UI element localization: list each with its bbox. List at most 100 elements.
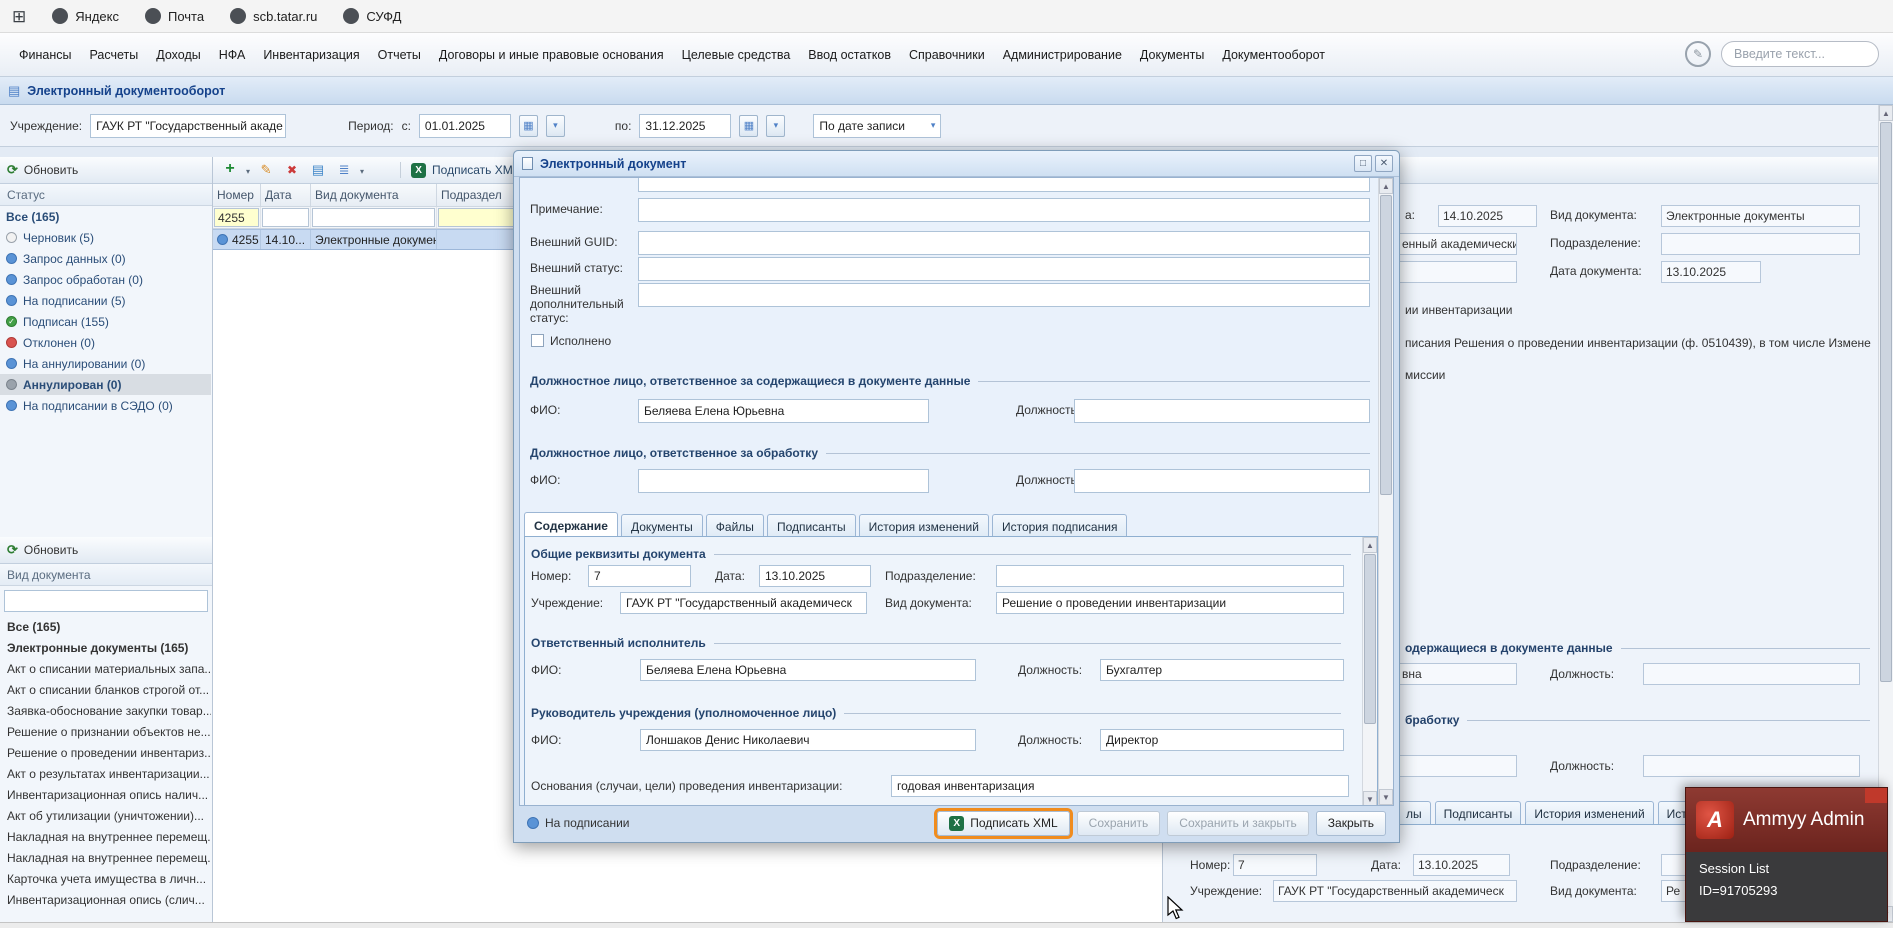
preview-tab[interactable]: Подписанты [1434, 801, 1522, 825]
period-from-input[interactable]: 01.01.2025 [418, 113, 511, 138]
executor-post-input[interactable]: Бухгалтер [1100, 659, 1344, 681]
status-item[interactable]: Отклонен (0) [0, 332, 211, 353]
ext-status-input[interactable] [638, 257, 1370, 281]
doctype-item[interactable]: Решение о признании объектов не... [0, 721, 211, 742]
status-item[interactable]: Все (165) [0, 206, 211, 227]
taskbar-strip[interactable] [0, 922, 1893, 928]
doctype-item[interactable]: Акт о результатах инвентаризации... [0, 763, 211, 784]
note-input[interactable] [638, 198, 1370, 222]
menu-item[interactable]: Документы [1131, 48, 1213, 62]
ext-add-status-input[interactable] [638, 283, 1370, 307]
date-mode-select[interactable]: По дате записи ▾ [813, 113, 942, 138]
doctype-item[interactable]: Накладная на внутреннее перемещ... [0, 847, 211, 868]
period-to-input[interactable]: 31.12.2025 [639, 113, 732, 138]
resp-data-post-input[interactable] [1074, 399, 1370, 423]
close-icon[interactable]: ✕ [1375, 155, 1393, 172]
menu-item[interactable]: Администрирование [994, 48, 1131, 62]
resp-proc-fio-input[interactable] [638, 469, 929, 493]
tab-panel-scrollbar[interactable]: ▲ ▼ [1362, 537, 1377, 805]
sign-xml-toolbar-button[interactable]: Подписать XML [432, 163, 519, 177]
add-icon[interactable] [220, 160, 240, 180]
scroll-up-arrow[interactable]: ▲ [1879, 105, 1893, 121]
menu-item[interactable]: Справочники [900, 48, 994, 62]
scroll-down-arrow[interactable]: ▼ [1379, 789, 1393, 805]
guid-input[interactable] [638, 231, 1370, 255]
ammyy-header[interactable]: A Ammyy Admin [1686, 788, 1887, 852]
maximize-icon[interactable]: □ [1354, 155, 1372, 172]
date-input[interactable]: 13.10.2025 [759, 565, 871, 587]
filter-doctype-input[interactable] [312, 208, 435, 227]
bookmark-item[interactable]: СУФД [343, 8, 401, 24]
menu-item[interactable]: Инвентаризация [254, 48, 368, 62]
column-header-doctype[interactable]: Вид документа [311, 184, 437, 207]
menu-item[interactable]: Ввод остатков [799, 48, 900, 62]
column-header-number[interactable]: Номер [213, 184, 261, 207]
bookmark-item[interactable]: scb.tatar.ru [230, 8, 317, 24]
menu-item[interactable]: Целевые средства [673, 48, 800, 62]
resp-data-fio-input[interactable]: Беляева Елена Юрьевна [638, 399, 929, 423]
dropdown-icon[interactable] [766, 114, 786, 137]
status-item[interactable]: На подписании в СЭДО (0) [0, 395, 211, 416]
refresh-label[interactable]: Обновить [24, 543, 78, 557]
doctype-item[interactable]: Все (165) [0, 616, 211, 637]
status-item[interactable]: Запрос данных (0) [0, 248, 211, 269]
doctype-item[interactable]: Решение о проведении инвентариз... [0, 742, 211, 763]
number-input[interactable]: 7 [588, 565, 691, 587]
status-item[interactable]: Черновик (5) [0, 227, 211, 248]
bookmark-item[interactable]: Яндекс [52, 8, 119, 24]
doctype-item[interactable]: Акт о списании бланков строгой от... [0, 679, 211, 700]
chevron-down-icon[interactable] [246, 163, 250, 177]
head-fio-input[interactable]: Лоншаков Денис Николаевич [640, 729, 976, 751]
doctype-item[interactable]: Карточка учета имущества в личн... [0, 868, 211, 889]
filter-number-input[interactable]: 4255 [214, 208, 259, 227]
refresh-icon[interactable] [370, 160, 390, 180]
doctype-item[interactable]: Накладная на внутреннее перемещ... [0, 826, 211, 847]
scrollbar-thumb[interactable] [1364, 554, 1376, 724]
status-item[interactable]: Подписан (155) [0, 311, 211, 332]
dropdown-icon[interactable] [545, 114, 565, 137]
calendar-icon[interactable] [739, 114, 759, 137]
more-icon[interactable] [334, 160, 354, 180]
modal-title-bar[interactable]: Электронный документ □ ✕ [514, 151, 1399, 177]
status-item[interactable]: На аннулировании (0) [0, 353, 211, 374]
doctype-item[interactable]: Инвентаризационная опись (слич... [0, 889, 211, 910]
apps-grid-icon[interactable]: ⊞ [12, 8, 26, 25]
menu-item[interactable]: Отчеты [369, 48, 430, 62]
refresh-label[interactable]: Обновить [24, 163, 78, 177]
doctype-item[interactable]: Акт об утилизации (уничтожении)... [0, 805, 211, 826]
column-header-date[interactable]: Дата [261, 184, 311, 207]
basis-input[interactable]: годовая инвентаризация [891, 775, 1349, 797]
clipped-field[interactable] [638, 178, 1370, 192]
division-input[interactable] [996, 565, 1344, 587]
status-item[interactable]: Аннулирован (0) [0, 374, 211, 395]
close-icon[interactable] [1865, 788, 1887, 803]
copy-icon[interactable] [308, 160, 328, 180]
chevron-down-icon[interactable] [360, 163, 364, 177]
scrollbar-thumb[interactable] [1880, 122, 1892, 682]
calendar-icon[interactable] [518, 114, 538, 137]
menu-item[interactable]: Доходы [147, 48, 209, 62]
edit-icon[interactable] [256, 160, 276, 180]
menu-item[interactable]: Документооборот [1213, 48, 1334, 62]
doctype-item[interactable]: Инвентаризационная опись налич... [0, 784, 211, 805]
menu-item[interactable]: Договоры и иные правовые основания [430, 48, 673, 62]
institution-input[interactable]: ГАУК РТ "Государственный акаде [90, 113, 287, 138]
save-button[interactable]: Сохранить [1076, 810, 1161, 836]
menu-item[interactable]: Расчеты [80, 48, 147, 62]
scroll-up-arrow[interactable]: ▲ [1363, 537, 1377, 553]
tab[interactable]: Содержание [524, 512, 618, 539]
sign-xml-button[interactable]: Подписать XML [937, 810, 1070, 836]
modal-scrollbar[interactable]: ▲ ▼ [1378, 178, 1393, 805]
status-item[interactable]: На подписании (5) [0, 290, 211, 311]
scroll-up-arrow[interactable]: ▲ [1379, 178, 1393, 194]
scroll-down-arrow[interactable]: ▼ [1363, 791, 1377, 805]
head-post-input[interactable]: Директор [1100, 729, 1344, 751]
executor-fio-input[interactable]: Беляева Елена Юрьевна [640, 659, 976, 681]
refresh-icon[interactable] [7, 162, 18, 178]
preview-tab[interactable]: История изменений [1525, 801, 1654, 825]
status-item[interactable]: Запрос обработан (0) [0, 269, 211, 290]
doctype-item[interactable]: Заявка-обоснование закупки товар... [0, 700, 211, 721]
bookmark-item[interactable]: Почта [144, 8, 204, 24]
filter-date-input[interactable] [262, 208, 309, 227]
doctype-item[interactable]: Электронные документы (165) [0, 637, 211, 658]
